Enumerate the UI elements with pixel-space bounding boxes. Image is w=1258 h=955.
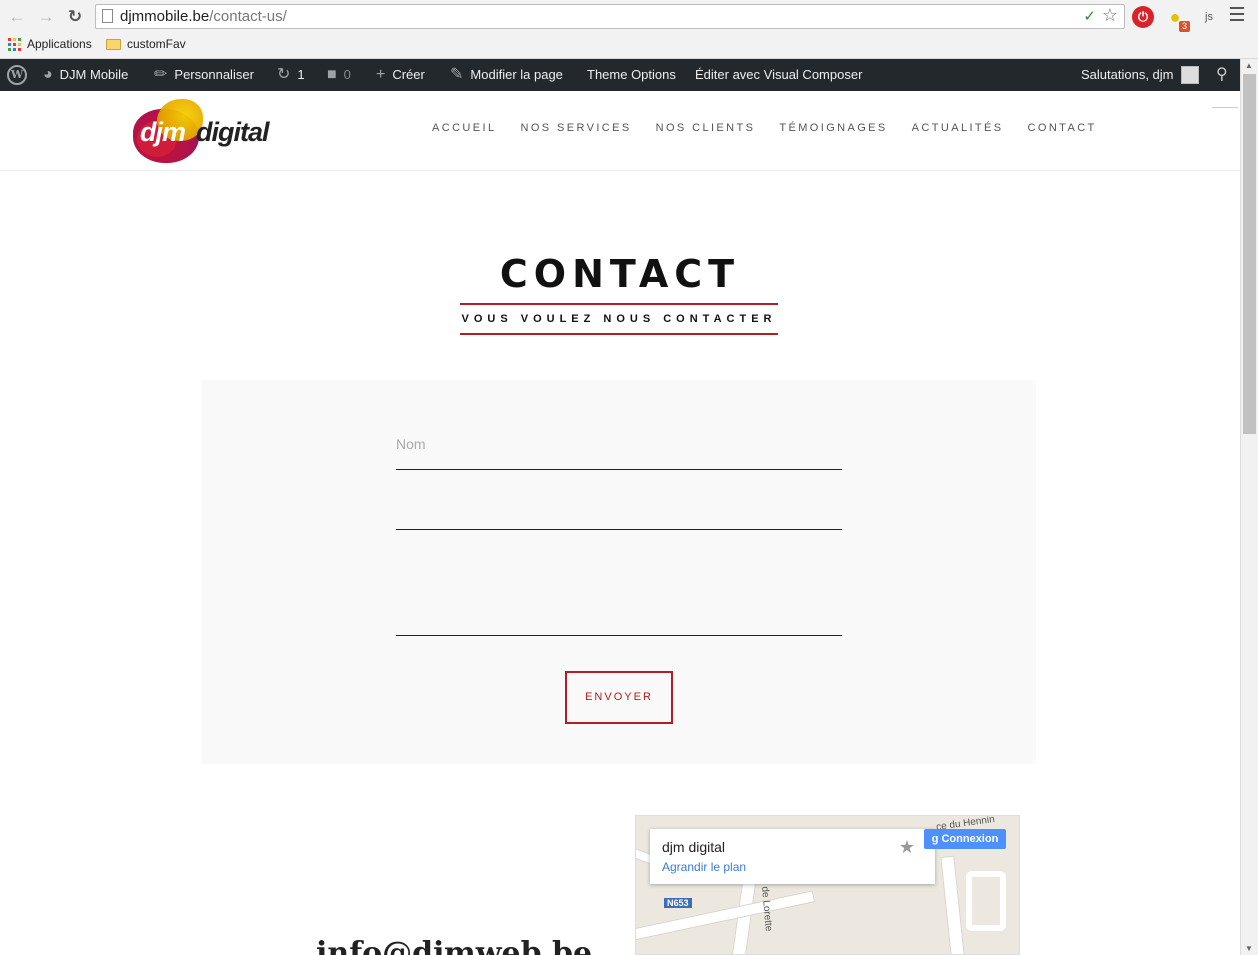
hamburger-menu-icon[interactable] <box>1230 7 1244 25</box>
dashboard-icon: ◕ <box>43 66 53 83</box>
bookmark-customfav[interactable]: customFav <box>106 37 186 51</box>
apps-grid-icon <box>8 37 21 51</box>
page-subtitle: VOUS VOULEZ NOUS CONTACTER <box>460 303 778 335</box>
brush-icon: ✏ <box>154 66 168 83</box>
browser-toolbar: ← → ↻ djmmobile.be/contact-us/ ✓ ☆ ⏻ ● 3 … <box>0 0 1258 34</box>
theme-options-link[interactable]: Theme Options <box>587 59 676 91</box>
page-scrollbar[interactable]: ▲ ▼ <box>1240 59 1258 955</box>
scroll-up-arrow-icon[interactable]: ▲ <box>1245 61 1253 70</box>
divider <box>1212 107 1238 108</box>
wordpress-logo-icon[interactable]: W <box>7 59 27 91</box>
site-name-label: DJM Mobile <box>59 67 129 82</box>
reload-icon[interactable]: ↻ <box>64 6 86 28</box>
google-icon: g <box>931 833 942 845</box>
lightbulb-icon[interactable]: ● 3 <box>1164 6 1190 32</box>
map-place-name: djm digital <box>662 839 726 855</box>
edit-page-label: Modifier la page <box>470 67 563 82</box>
page-icon <box>102 9 113 23</box>
comments-count: 0 <box>343 67 351 82</box>
contact-form: Nom ENVOYER <box>202 380 1036 764</box>
enlarge-map-link[interactable]: Agrandir le plan <box>662 860 746 874</box>
submit-button[interactable]: ENVOYER <box>565 671 673 724</box>
scroll-thumb[interactable] <box>1243 74 1256 434</box>
nav-item-temoignages[interactable]: TÉMOIGNAGES <box>779 122 887 134</box>
save-star-icon[interactable]: ★ <box>899 837 915 858</box>
avatar <box>1180 66 1199 84</box>
contact-email[interactable]: info@djmweb.be <box>316 936 592 955</box>
bookmark-label: customFav <box>127 37 186 51</box>
message-field[interactable] <box>396 635 842 636</box>
name-field-placeholder[interactable]: Nom <box>396 436 426 452</box>
bookmark-label: Applications <box>27 37 92 51</box>
wp-admin-bar: W ◕ DJM Mobile ✏ Personnaliser ↻ 1 ■ 0 +… <box>0 59 1240 91</box>
map-info-card: djm digital Agrandir le plan ★ <box>650 829 935 884</box>
bookmarks-bar: Applications customFav <box>0 34 1258 56</box>
main-navigation: ACCUEIL NOS SERVICES NOS CLIENTS TÉMOIGN… <box>432 122 1097 134</box>
comments-link[interactable]: ■ 0 <box>327 59 351 91</box>
page-title: CONTACT <box>499 252 741 296</box>
logo-text-djm: djm <box>140 117 186 147</box>
new-label: Créer <box>392 67 425 82</box>
updates-count: 1 <box>297 67 305 82</box>
plus-icon: + <box>376 66 386 83</box>
pencil-icon: ✎ <box>450 66 464 83</box>
account-menu[interactable]: Salutations, djm <box>1081 59 1199 91</box>
search-icon[interactable]: ⚲ <box>1216 59 1228 91</box>
email-field[interactable] <box>396 529 842 530</box>
back-arrow-icon[interactable]: ← <box>6 6 28 28</box>
forward-arrow-icon[interactable]: → <box>35 6 57 28</box>
browser-chrome: ← → ↻ djmmobile.be/contact-us/ ✓ ☆ ⏻ ● 3 … <box>0 0 1258 59</box>
map-signin-button[interactable]: g Connexion <box>924 829 1006 849</box>
url-domain: djmmobile.be <box>120 8 210 25</box>
street-label: de Lorette <box>759 886 774 932</box>
customize-label: Personnaliser <box>174 67 254 82</box>
site-header: djm digital ACCUEIL NOS SERVICES NOS CLI… <box>0 91 1240 171</box>
power-icon[interactable]: ⏻ <box>1132 6 1154 28</box>
updates-icon: ↻ <box>277 66 291 83</box>
folder-icon <box>106 38 121 50</box>
edit-page-link[interactable]: ✎ Modifier la page <box>450 59 563 91</box>
updates-link[interactable]: ↻ 1 <box>277 59 305 91</box>
address-bar[interactable]: djmmobile.be/contact-us/ ✓ ☆ <box>95 4 1125 29</box>
bookmark-applications[interactable]: Applications <box>8 37 92 51</box>
scroll-down-arrow-icon[interactable]: ▼ <box>1245 944 1253 953</box>
check-icon[interactable]: ✓ <box>1083 7 1096 25</box>
nav-item-clients[interactable]: NOS CLIENTS <box>656 122 756 134</box>
customize-link[interactable]: ✏ Personnaliser <box>154 59 254 91</box>
google-map[interactable]: de Lorette ce du Hennin N653 djm digital… <box>635 815 1020 955</box>
signin-label: Connexion <box>941 833 999 845</box>
nav-item-services[interactable]: NOS SERVICES <box>520 122 631 134</box>
name-field[interactable] <box>396 469 842 470</box>
site-name-link[interactable]: ◕ DJM Mobile <box>43 59 128 91</box>
url-text[interactable]: djmmobile.be/contact-us/ <box>120 8 287 25</box>
greeting-label: Salutations, djm <box>1081 67 1174 82</box>
extension-badge: 3 <box>1178 21 1190 32</box>
url-path: /contact-us/ <box>209 8 287 25</box>
nav-item-contact[interactable]: CONTACT <box>1028 122 1097 134</box>
visual-composer-link[interactable]: Éditer avec Visual Composer <box>695 59 862 91</box>
comment-icon: ■ <box>327 66 337 83</box>
logo-text-digital: digital <box>196 117 269 147</box>
site-logo[interactable]: djm digital <box>133 99 273 163</box>
new-content-link[interactable]: + Créer <box>376 59 425 91</box>
nav-item-actualites[interactable]: ACTUALITÉS <box>912 122 1004 134</box>
js-extension-icon[interactable]: js <box>1198 6 1220 28</box>
bookmark-star-icon[interactable]: ☆ <box>1102 5 1118 26</box>
route-badge: N653 <box>664 898 692 908</box>
nav-item-accueil[interactable]: ACCUEIL <box>432 122 496 134</box>
